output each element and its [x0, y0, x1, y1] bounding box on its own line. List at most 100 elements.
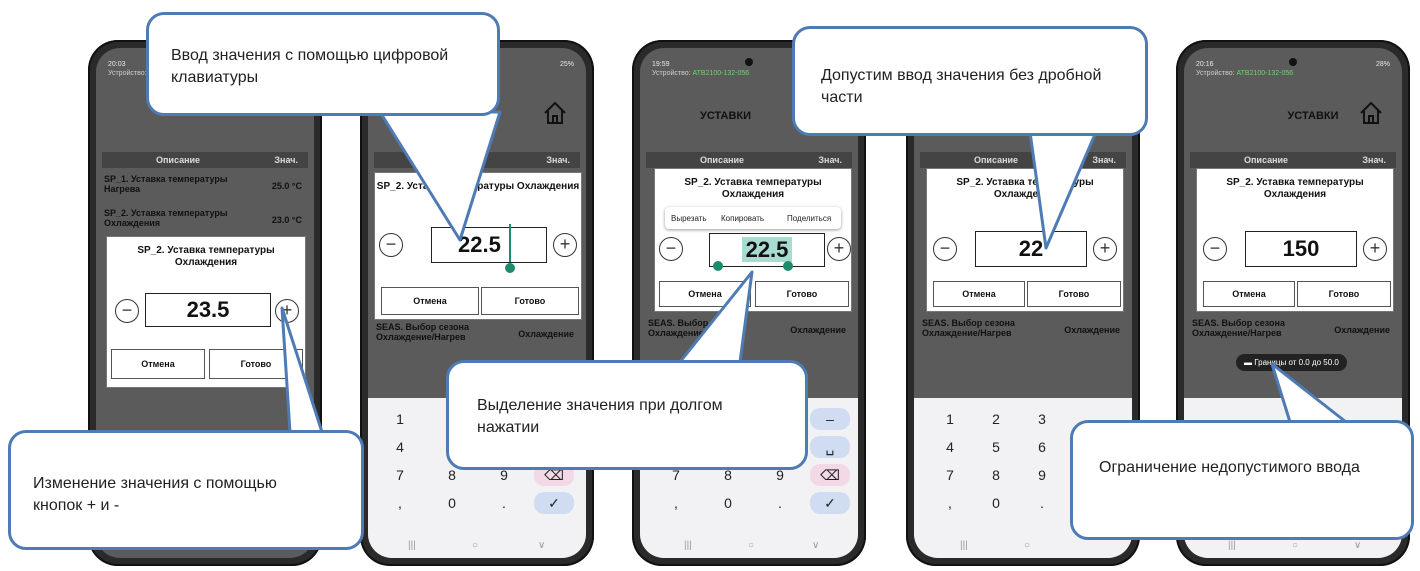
plus-button[interactable]: +: [827, 237, 851, 261]
key-6[interactable]: 6: [1022, 436, 1062, 458]
home-icon[interactable]: [542, 100, 568, 126]
key-backspace[interactable]: ⌫: [810, 464, 850, 486]
row-value: Охлаждение: [790, 325, 846, 335]
home-nav-icon[interactable]: ○: [748, 540, 754, 551]
back-icon[interactable]: ∨: [538, 540, 545, 551]
recent-apps-icon[interactable]: |||: [1228, 540, 1236, 551]
key-8[interactable]: 8: [976, 464, 1016, 486]
key-confirm[interactable]: ✓: [534, 492, 574, 514]
recent-apps-icon[interactable]: |||: [408, 540, 416, 551]
key-dot[interactable]: .: [760, 492, 800, 514]
value-field[interactable]: 22.5: [709, 233, 825, 267]
plus-button[interactable]: +: [1363, 237, 1387, 261]
key-0[interactable]: 0: [976, 492, 1016, 514]
plus-button[interactable]: +: [275, 299, 299, 323]
value-field[interactable]: 22.5: [431, 227, 547, 263]
callout-long-press: Выделение значения при долгом нажатии: [446, 360, 808, 470]
table-row[interactable]: SEAS. Выбор сезона Охлаждение/Нагрев Охл…: [1190, 316, 1396, 344]
cancel-button[interactable]: Отмена: [659, 281, 751, 307]
key-comma[interactable]: ,: [380, 492, 420, 514]
table-row[interactable]: SP_1. Уставка температуры Нагрева 25.0 °…: [102, 172, 308, 200]
minus-button[interactable]: −: [659, 237, 683, 261]
key-3[interactable]: 3: [1022, 408, 1062, 430]
cancel-button[interactable]: Отмена: [933, 281, 1025, 307]
key-7[interactable]: 7: [930, 464, 970, 486]
callout-text: Выделение значения при долгом нажатии: [477, 397, 723, 436]
key-4[interactable]: 4: [380, 436, 420, 458]
done-button[interactable]: Готово: [481, 287, 579, 315]
minus-button[interactable]: −: [933, 237, 957, 261]
cancel-button[interactable]: Отмена: [381, 287, 479, 315]
home-nav-icon[interactable]: ○: [1292, 540, 1298, 551]
value-field[interactable]: 22: [975, 231, 1087, 267]
key-minus[interactable]: –: [810, 408, 850, 430]
toast-text: Границы от 0.0 до 50.0: [1254, 358, 1339, 367]
key-dot[interactable]: .: [1022, 492, 1062, 514]
key-confirm[interactable]: ✓: [810, 492, 850, 514]
table-row[interactable]: SP_2. Уставка температуры Охлаждения 23.…: [102, 206, 308, 234]
key-5[interactable]: 5: [976, 436, 1016, 458]
value-field[interactable]: 23.5: [145, 293, 271, 327]
key-comma[interactable]: ,: [656, 492, 696, 514]
app-icon: ▬: [1244, 358, 1252, 367]
back-icon[interactable]: ∨: [1354, 540, 1361, 551]
recent-apps-icon[interactable]: |||: [684, 540, 692, 551]
key-dot[interactable]: .: [484, 492, 524, 514]
plus-button[interactable]: +: [553, 233, 577, 257]
col-val: Знач.: [1362, 155, 1386, 165]
table-header: Описание Знач.: [920, 152, 1126, 168]
menu-copy[interactable]: Копировать: [721, 214, 764, 223]
key-1[interactable]: 1: [380, 408, 420, 430]
done-button[interactable]: Готово: [209, 349, 303, 379]
status-bar: 20:16 28% Устройство: АТВ2100-132-056: [1196, 60, 1390, 82]
col-desc: Описание: [700, 155, 745, 165]
row-desc: SEAS. Выбор сезона Охлаждение/Нагрев: [376, 322, 469, 342]
menu-share[interactable]: Поделиться: [787, 214, 831, 223]
key-4[interactable]: 4: [930, 436, 970, 458]
battery-level: 25%: [559, 61, 574, 68]
menu-cut[interactable]: Вырезать: [671, 214, 707, 223]
callout-text: Изменение значения с помощью кнопок + и …: [33, 475, 277, 514]
device-label: Устройство:: [108, 70, 147, 77]
value-field[interactable]: 150: [1245, 231, 1357, 267]
cancel-button[interactable]: Отмена: [1203, 281, 1295, 307]
home-nav-icon[interactable]: ○: [1024, 540, 1030, 551]
key-comma[interactable]: ,: [930, 492, 970, 514]
table-row[interactable]: SEAS. Выбор сезона Охлаждение/Нагрев Охл…: [920, 316, 1126, 344]
key-0[interactable]: 0: [708, 492, 748, 514]
table-row[interactable]: SEAS. Выбор сезона Охлаждение/Нагрев Охл…: [374, 320, 580, 348]
home-icon[interactable]: [1358, 100, 1384, 126]
col-val: Знач.: [1092, 155, 1116, 165]
phone-2: 25% Описание Знач. SP_2. Уставка темпера…: [360, 40, 594, 566]
done-button[interactable]: Готово: [755, 281, 849, 307]
recent-apps-icon[interactable]: |||: [960, 540, 968, 551]
plus-button[interactable]: +: [1093, 237, 1117, 261]
home-nav-icon[interactable]: ○: [472, 540, 478, 551]
done-button[interactable]: Готово: [1297, 281, 1391, 307]
key-7[interactable]: 7: [380, 464, 420, 486]
minus-button[interactable]: −: [1203, 237, 1227, 261]
key-space[interactable]: ␣: [810, 436, 850, 458]
key-1[interactable]: 1: [930, 408, 970, 430]
col-desc: Описание: [1244, 155, 1289, 165]
row-desc: SEAS. Выбор сезона Охлаждение/Нагрев: [922, 318, 1015, 338]
done-button[interactable]: Готово: [1027, 281, 1121, 307]
row-value: 25.0 °C: [271, 181, 302, 191]
table-header: Описание Знач.: [1190, 152, 1396, 168]
minus-button[interactable]: −: [379, 233, 403, 257]
col-desc: Описание: [974, 155, 1019, 165]
setpoint-dialog: SP_2. Уставка температуры Охлаждения − 1…: [1196, 168, 1394, 312]
back-icon[interactable]: ∨: [812, 540, 819, 551]
key-0[interactable]: 0: [432, 492, 472, 514]
callout-no-fraction: Допустим ввод значения без дробной части: [792, 26, 1148, 136]
range-toast: ▬ Границы от 0.0 до 50.0: [1236, 354, 1347, 371]
row-value: Охлаждение: [1064, 325, 1120, 335]
table-row[interactable]: SEAS. Выбор сезона Охлаждение/Нагрев Охл…: [646, 316, 852, 344]
dialog-title: SP_2. Уставка температуры Охлаждения: [684, 177, 822, 200]
key-9[interactable]: 9: [1022, 464, 1062, 486]
key-2[interactable]: 2: [976, 408, 1016, 430]
row-value: Охлаждение: [1334, 325, 1390, 335]
minus-button[interactable]: −: [115, 299, 139, 323]
cancel-button[interactable]: Отмена: [111, 349, 205, 379]
row-desc: SEAS. Выбор сезона Охлаждение/Нагрев: [1192, 318, 1285, 338]
